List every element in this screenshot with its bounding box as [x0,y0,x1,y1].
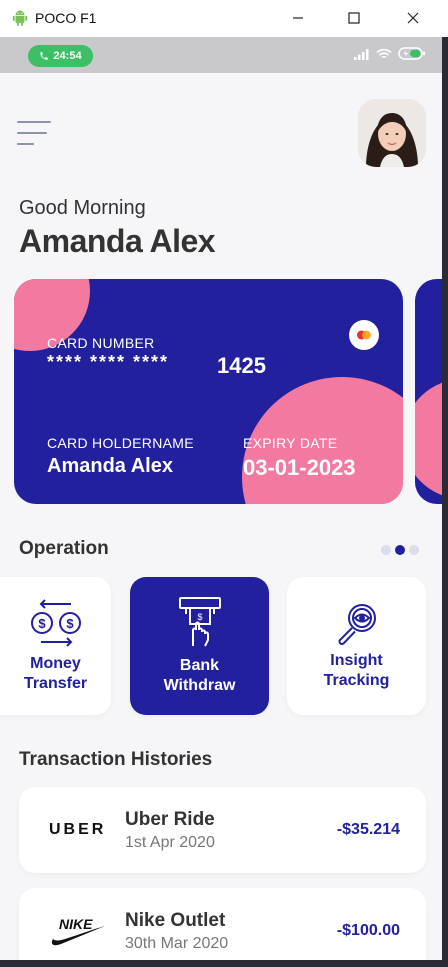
hamburger-menu-icon [17,121,51,145]
device-frame-edge [442,37,448,960]
svg-text:$: $ [197,612,202,622]
maximize-icon [348,12,360,24]
user-name: Amanda Alex [19,223,216,259]
window-title: POCO F1 [35,10,97,26]
transaction-name: Nike Outlet [125,910,226,931]
operation-label: Insight Tracking [323,652,390,689]
atm-withdraw-icon: $ [178,597,221,647]
card-holder-label: CARD HOLDERNAME [47,435,194,451]
user-avatar[interactable] [358,99,426,167]
mastercard-logo [349,320,379,350]
card-holder-name: Amanda Alex [47,455,173,477]
money-transfer-icon: $ $ [30,599,81,647]
device-frame-edge [0,960,448,967]
minimize-icon [293,17,303,19]
battery-icon [398,47,425,60]
wifi-icon [376,48,392,58]
status-icons [354,47,426,60]
nike-logo: NIKE [49,888,124,960]
status-bar: 24:54 [0,37,442,73]
pager-dot-active[interactable] [395,545,405,555]
maximize-button[interactable] [339,6,369,30]
card-number-label: CARD NUMBER [47,335,155,351]
phone-screen: 24:54 Good Morning Amanda Alex CARD NUMB… [0,37,442,960]
call-time: 24:54 [53,50,82,62]
android-icon [12,10,28,27]
minimize-button[interactable] [283,6,313,30]
close-button[interactable] [398,6,428,30]
window-title-bar: POCO F1 [0,0,448,37]
transaction-name: Uber Ride [125,809,215,830]
call-time-pill[interactable]: 24:54 [28,45,93,67]
signal-icon [354,48,369,60]
operation-label: Bank Withdraw [163,657,236,694]
pager-dot[interactable] [409,545,419,555]
transaction-amount: -$35.214 [336,821,400,838]
operation-label: Money Transfer [23,655,88,692]
nike-logo-text: NIKE [59,916,93,932]
transaction-histories-title: Transaction Histories [19,749,213,770]
transaction-date: 30th Mar 2020 [125,935,229,952]
transaction-amount: -$100.00 [336,922,400,939]
credit-card[interactable]: CARD NUMBER **** **** **** 1425 CARD HOL… [14,279,403,504]
transaction-item[interactable]: NIKE Nike Outlet 30th Mar 2020 -$100.00 [19,888,426,960]
card-number-last-digits: 1425 [217,353,266,378]
expiry-date: 03-01-2023 [243,455,356,480]
uber-logo: UBER [49,787,124,873]
svg-text:$: $ [66,616,74,631]
close-icon [407,12,419,24]
user-photo [358,99,426,167]
phone-icon [40,52,49,60]
card-decoration-circle [415,379,442,499]
mastercard-icon [357,330,371,340]
card-pager-dots[interactable] [381,545,419,555]
card-number-masked: **** **** **** [47,352,170,372]
operation-money-transfer[interactable]: $ $ Money Transfer [0,577,111,715]
transaction-date: 1st Apr 2020 [125,834,215,851]
pager-dot[interactable] [381,545,391,555]
insight-tracking-icon [338,604,376,645]
operation-title: Operation [19,538,109,559]
transaction-item[interactable]: UBER Uber Ride 1st Apr 2020 -$35.214 [19,787,426,873]
expiry-date-label: EXPIRY DATE [243,435,338,451]
svg-text:$: $ [38,616,46,631]
nike-swoosh-icon: NIKE [51,916,105,946]
next-card-peek[interactable] [415,279,442,504]
uber-logo-text: UBER [49,821,107,838]
operation-insight-tracking[interactable]: Insight Tracking [287,577,426,715]
menu-button[interactable] [17,121,53,149]
greeting-text: Good Morning [19,197,146,219]
operation-bank-withdraw[interactable]: $ Bank Withdraw [130,577,269,715]
